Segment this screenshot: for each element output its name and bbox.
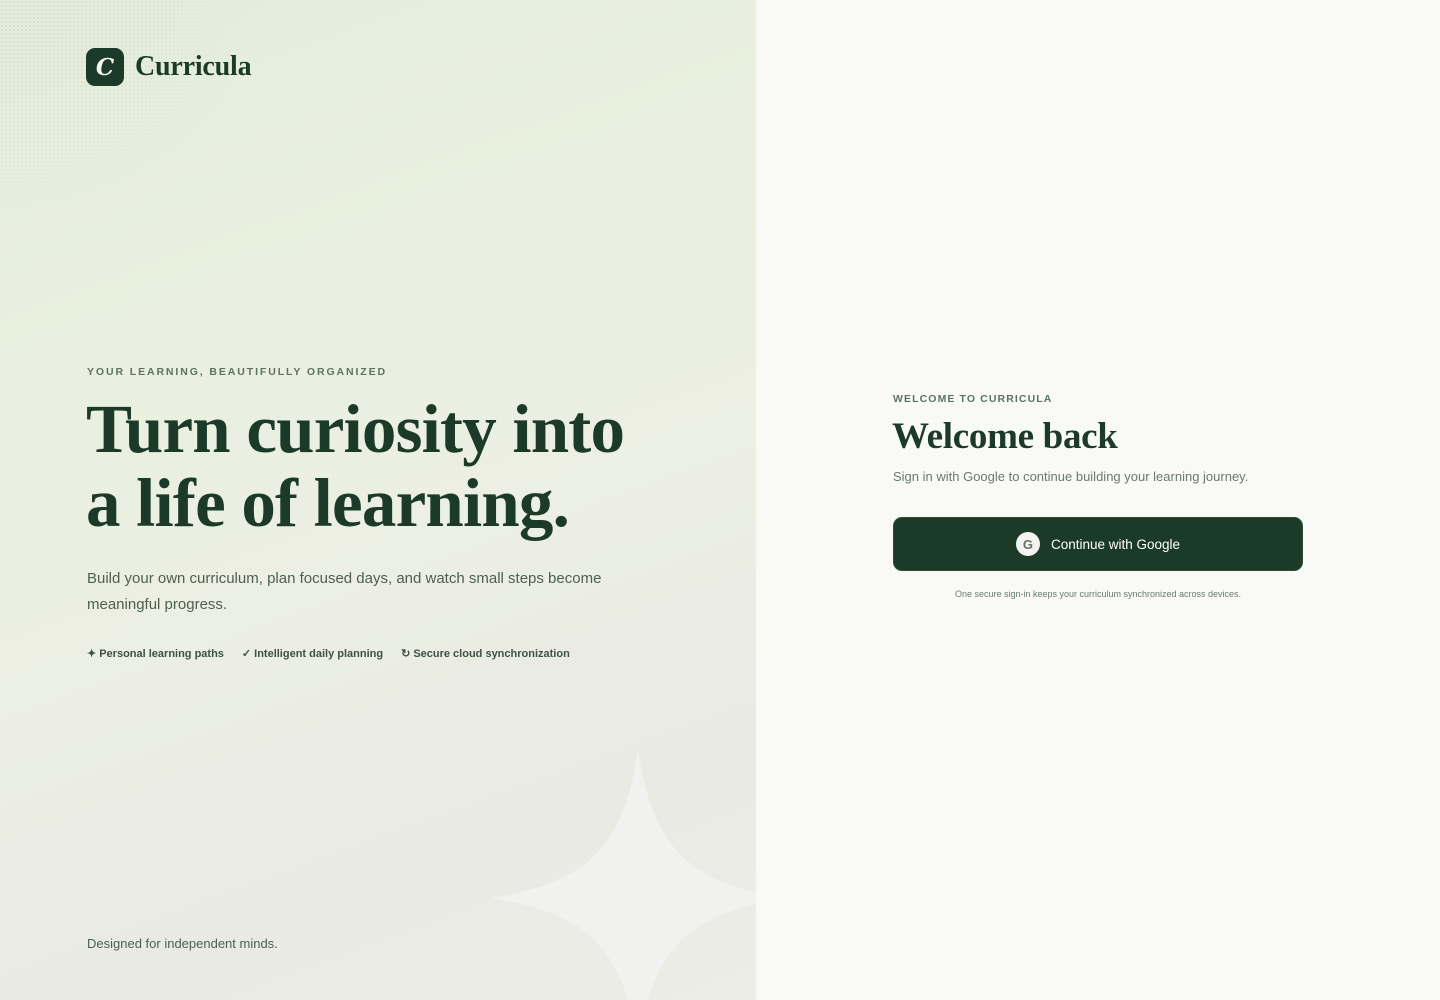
hero-panel: C Curricula YOUR LEARNING, BEAUTIFULLY O… [0,0,756,1000]
check-icon: ✓ [241,648,252,660]
hero-title-line1: Turn curiosity into [86,391,625,467]
signin-panel: WELCOME TO CURRICULA Welcome back Sign i… [756,0,1440,1000]
brand-logo[interactable]: C Curricula [86,48,252,86]
google-button-label: Continue with Google [1050,536,1181,552]
google-icon: G [1015,532,1040,556]
hero-title: Turn curiosity into a life of learning. [86,392,726,540]
hero-footer-note: Designed for independent minds. [87,936,278,951]
feature-label: Secure cloud synchronization [413,647,570,660]
dot-pattern [0,0,260,220]
hero-title-line2: a life of learning. [86,465,570,541]
signin-title: Welcome back [892,416,1118,457]
feature-item: ✦ Personal learning paths [87,647,224,661]
feature-label: Personal learning paths [99,647,224,660]
signin-secure-note: One secure sign-in keeps your curriculum… [954,589,1242,599]
signin-eyebrow: WELCOME TO CURRICULA [893,393,1053,405]
feature-item: ↻ Secure cloud synchronization [401,647,570,661]
signin-subtitle: Sign in with Google to continue building… [893,469,1249,484]
feature-item: ✓ Intelligent daily planning [241,647,384,661]
brand-name: Curricula [135,51,252,82]
hero-subtitle: Build your own curriculum, plan focused … [87,570,602,613]
continue-with-google-button[interactable]: G Continue with Google [893,517,1303,571]
sync-icon: ↻ [401,648,411,660]
feature-list: ✦ Personal learning paths ✓ Intelligent … [87,647,570,661]
sparkle-icon: ✦ [87,648,97,660]
logo-mark-icon: C [86,48,124,86]
hero-eyebrow: YOUR LEARNING, BEAUTIFULLY ORGANIZED [87,366,387,378]
feature-label: Intelligent daily planning [254,647,384,660]
sparkle-decoration-icon [490,750,756,1000]
